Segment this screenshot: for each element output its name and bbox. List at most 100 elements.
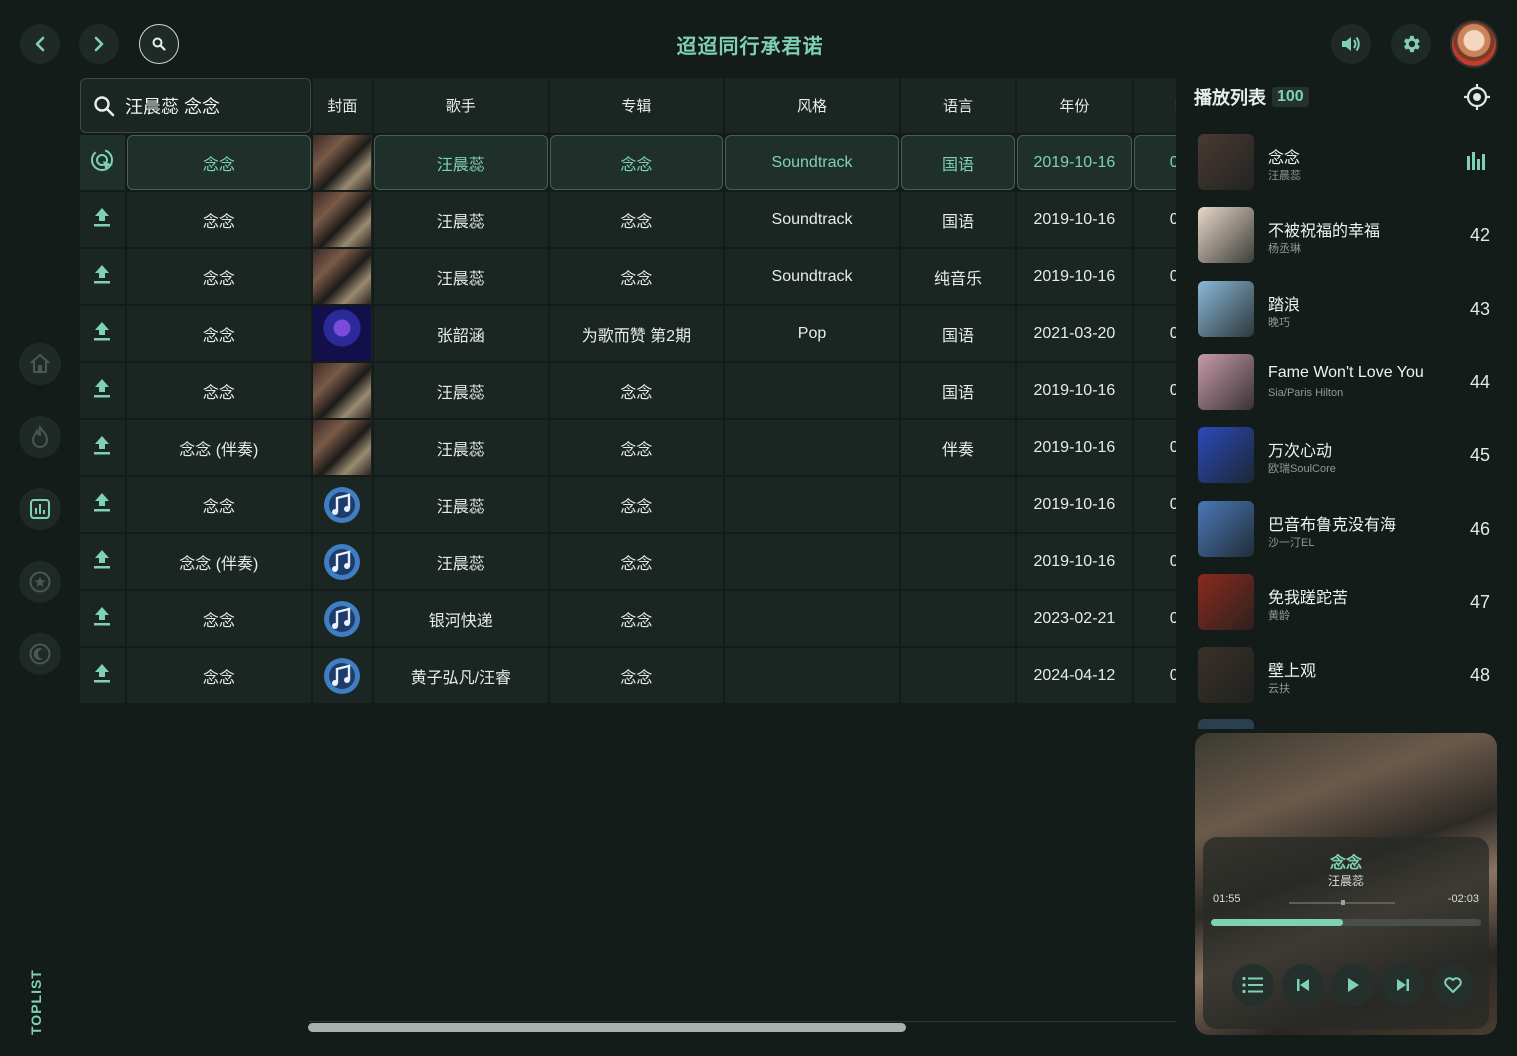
nav-theme[interactable] bbox=[19, 633, 61, 675]
table-row[interactable]: 念念 (伴奏) 汪晨蕊念念 2019-10-1600:03 bbox=[80, 534, 1176, 589]
playlist-item[interactable]: 巴音布鲁克没有海 沙一汀EL 46 bbox=[1198, 500, 1498, 559]
column-header-album[interactable]: 专辑 bbox=[549, 78, 724, 133]
cell-language[interactable]: 国语 bbox=[900, 135, 1016, 190]
cell-year[interactable]: 2019-10-16 bbox=[1017, 477, 1132, 532]
cell-style[interactable]: Soundtrack bbox=[725, 192, 899, 247]
upload-button[interactable] bbox=[80, 648, 125, 703]
cell-language[interactable]: 国语 bbox=[900, 306, 1016, 361]
cell-artist[interactable]: 汪晨蕊 bbox=[374, 363, 548, 418]
cell-year[interactable]: 2021-03-20 bbox=[1017, 306, 1132, 361]
cell-artist[interactable]: 汪晨蕊 bbox=[374, 135, 548, 190]
cell-duration[interactable]: 00:03 bbox=[1133, 249, 1176, 304]
cell-style[interactable] bbox=[725, 648, 899, 703]
cell-album[interactable]: 念念 bbox=[549, 363, 724, 418]
cell-artist[interactable]: 黄子弘凡/汪睿 bbox=[374, 648, 548, 703]
cell-title[interactable]: 念念 bbox=[126, 591, 311, 646]
playlist-item[interactable]: 壁上观 云扶 48 bbox=[1198, 647, 1498, 705]
locate-current-button[interactable] bbox=[1463, 83, 1491, 116]
cell-album[interactable]: 念念 bbox=[549, 192, 724, 247]
cell-duration[interactable]: 00:03 bbox=[1133, 591, 1176, 646]
volume-button[interactable] bbox=[1331, 24, 1371, 64]
cell-year[interactable]: 2019-10-16 bbox=[1017, 420, 1132, 475]
upload-button[interactable] bbox=[80, 363, 125, 418]
table-row[interactable]: 念念银河快递念念2023-02-2100:03 bbox=[80, 591, 1176, 646]
cell-album[interactable]: 念念 bbox=[549, 420, 724, 475]
cell-year[interactable]: 2019-10-16 bbox=[1017, 363, 1132, 418]
horizontal-scrollbar-thumb[interactable] bbox=[308, 1023, 906, 1032]
user-avatar[interactable] bbox=[1450, 20, 1498, 68]
upload-button[interactable] bbox=[80, 591, 125, 646]
column-header-cover[interactable]: 封面 bbox=[312, 78, 372, 133]
playlist-toggle-button[interactable] bbox=[1232, 964, 1274, 1006]
search-box[interactable]: 汪晨蕊 念念 bbox=[80, 78, 311, 133]
table-row[interactable]: 念念 (伴奏) 汪晨蕊念念 伴奏2019-10-1600:03 bbox=[80, 420, 1176, 475]
table-row[interactable]: 念念汪晨蕊念念Soundtrack纯音乐2019-10-1600:03 bbox=[80, 249, 1176, 304]
column-header-style[interactable]: 风格 bbox=[725, 78, 899, 133]
cell-language[interactable]: 纯音乐 bbox=[900, 249, 1016, 304]
cell-language[interactable] bbox=[900, 534, 1016, 589]
cell-duration[interactable]: 00:03 bbox=[1133, 192, 1176, 247]
cell-artist[interactable]: 汪晨蕊 bbox=[374, 249, 548, 304]
cell-title[interactable]: 念念 (伴奏) bbox=[126, 534, 311, 589]
nav-hot[interactable] bbox=[19, 416, 61, 458]
cell-album[interactable]: 念念 bbox=[549, 477, 724, 532]
like-button[interactable] bbox=[1432, 964, 1474, 1006]
cell-title[interactable]: 念念 bbox=[126, 135, 311, 190]
cell-title[interactable]: 念念 bbox=[126, 648, 311, 703]
previous-button[interactable] bbox=[1282, 964, 1324, 1006]
cell-style[interactable] bbox=[725, 477, 899, 532]
cell-artist[interactable]: 张韶涵 bbox=[374, 306, 548, 361]
cell-album[interactable]: 念念 bbox=[549, 135, 724, 190]
cell-year[interactable]: 2023-02-21 bbox=[1017, 591, 1132, 646]
cell-album[interactable]: 念念 bbox=[549, 534, 724, 589]
play-button[interactable] bbox=[1332, 964, 1374, 1006]
column-header-artist[interactable]: 歌手 bbox=[374, 78, 548, 133]
cell-year[interactable]: 2019-10-16 bbox=[1017, 249, 1132, 304]
cell-title[interactable]: 念念 bbox=[126, 249, 311, 304]
column-header-language[interactable]: 语言 bbox=[900, 78, 1016, 133]
table-row[interactable]: 念念黄子弘凡/汪睿念念2024-04-1200:05 bbox=[80, 648, 1176, 703]
cell-language[interactable]: 伴奏 bbox=[900, 420, 1016, 475]
playlist-item[interactable]: Fame Won't Love You Sia/Paris Hilton 44 bbox=[1198, 353, 1498, 412]
cell-album[interactable]: 念念 bbox=[549, 591, 724, 646]
playlist-item[interactable]: 不被祝福的幸福 杨丞琳 42 bbox=[1198, 207, 1498, 265]
search-input[interactable]: 汪晨蕊 念念 bbox=[125, 97, 220, 117]
table-row[interactable]: 念念汪晨蕊念念国语2019-10-1600:03 bbox=[80, 363, 1176, 418]
column-header-year[interactable]: 年份 bbox=[1017, 78, 1132, 133]
table-row[interactable]: 念念 张韶涵为歌而赞 第2期Pop国语2021-03-2000:04 bbox=[80, 306, 1176, 361]
cell-style[interactable]: Pop bbox=[725, 306, 899, 361]
cell-artist[interactable]: 汪晨蕊 bbox=[374, 534, 548, 589]
cell-language[interactable] bbox=[900, 591, 1016, 646]
cell-style[interactable]: Soundtrack bbox=[725, 249, 899, 304]
playing-indicator[interactable] bbox=[80, 135, 125, 190]
upload-button[interactable] bbox=[80, 420, 125, 475]
upload-button[interactable] bbox=[80, 534, 125, 589]
cell-duration[interactable]: 00:03 bbox=[1133, 363, 1176, 418]
column-header-duration[interactable]: 时长 bbox=[1133, 78, 1176, 133]
cell-artist[interactable]: 汪晨蕊 bbox=[374, 477, 548, 532]
cell-title[interactable]: 念念 bbox=[126, 477, 311, 532]
nav-home[interactable] bbox=[19, 343, 61, 385]
upload-button[interactable] bbox=[80, 249, 125, 304]
cell-title[interactable]: 念念 bbox=[126, 192, 311, 247]
table-row[interactable]: 念念汪晨蕊念念Soundtrack国语2019-10-1600:03 bbox=[80, 135, 1176, 190]
cell-album[interactable]: 念念 bbox=[549, 648, 724, 703]
next-button[interactable] bbox=[1382, 964, 1424, 1006]
cell-duration[interactable]: 00:03 bbox=[1133, 135, 1176, 190]
cell-duration[interactable]: 00:03 bbox=[1133, 420, 1176, 475]
cell-artist[interactable]: 汪晨蕊 bbox=[374, 420, 548, 475]
cell-duration[interactable]: 00:03 bbox=[1133, 534, 1176, 589]
playlist-item[interactable]: 念念 汪晨蕊 bbox=[1198, 134, 1498, 192]
cell-style[interactable] bbox=[725, 591, 899, 646]
cell-artist[interactable]: 汪晨蕊 bbox=[374, 192, 548, 247]
playlist-item[interactable]: 踏浪 晚巧 43 bbox=[1198, 280, 1498, 339]
cell-album[interactable]: 为歌而赞 第2期 bbox=[549, 306, 724, 361]
playlist-item[interactable]: 免我蹉跎苦 黄龄 47 bbox=[1198, 573, 1498, 632]
upload-button[interactable] bbox=[80, 477, 125, 532]
cell-title[interactable]: 念念 bbox=[126, 306, 311, 361]
cell-title[interactable]: 念念 (伴奏) bbox=[126, 420, 311, 475]
cell-duration[interactable]: 00:05 bbox=[1133, 648, 1176, 703]
cell-language[interactable]: 国语 bbox=[900, 192, 1016, 247]
cell-style[interactable]: Soundtrack bbox=[725, 135, 899, 190]
cell-duration[interactable]: 00:03 bbox=[1133, 477, 1176, 532]
